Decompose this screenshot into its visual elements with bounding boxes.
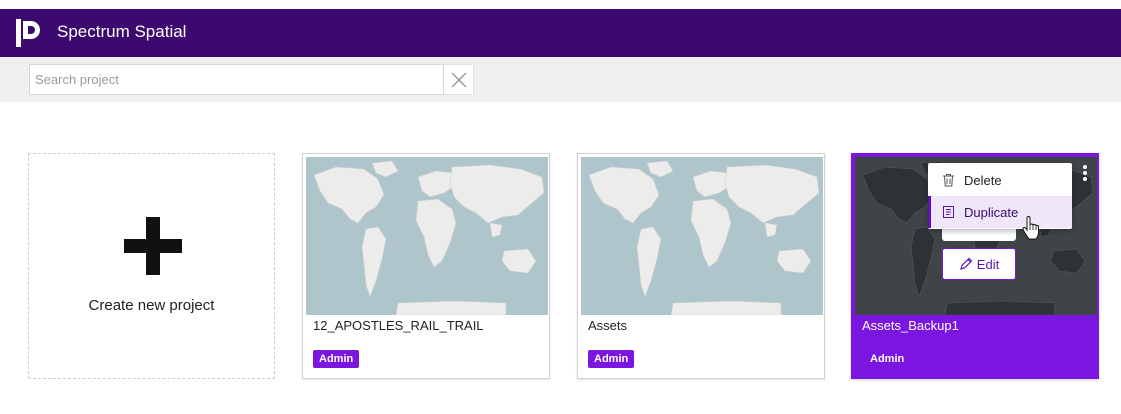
app-title: Spectrum Spatial	[57, 22, 187, 41]
close-icon	[450, 71, 467, 88]
project-context-menu: Delete Duplicate	[928, 163, 1072, 229]
search-input[interactable]	[29, 64, 444, 95]
project-name: 12_APOSTLES_RAIL_TRAIL	[313, 318, 484, 333]
project-name: Assets	[588, 318, 628, 333]
project-map-thumbnail	[306, 157, 548, 315]
trash-icon	[943, 174, 954, 187]
open-button[interactable]	[942, 229, 1016, 241]
edit-button[interactable]: Edit	[942, 248, 1016, 280]
edit-label: Edit	[976, 256, 1000, 272]
project-name: Assets_Backup1	[862, 318, 959, 333]
menu-item-label: Duplicate	[964, 204, 1019, 220]
copy-icon	[943, 206, 954, 218]
more-options-icon[interactable]	[1080, 165, 1090, 185]
pencil-icon	[959, 257, 973, 270]
app-header: Spectrum Spatial	[0, 9, 1121, 57]
role-badge: Admin	[870, 353, 905, 365]
menu-item-delete[interactable]: Delete	[928, 164, 1072, 196]
project-map-thumbnail	[581, 157, 823, 315]
search-bar	[0, 57, 1121, 102]
menu-item-label: Delete	[964, 172, 1002, 188]
project-card[interactable]: 12_APOSTLES_RAIL_TRAIL Admin	[302, 153, 550, 379]
create-project-card[interactable]: Create new project	[28, 153, 275, 379]
role-badge: Admin	[588, 350, 635, 368]
clear-search-button[interactable]	[444, 64, 474, 95]
create-project-label: Create new project	[88, 297, 215, 314]
project-card[interactable]: Assets Admin	[577, 153, 825, 379]
brand-logo-icon[interactable]	[16, 19, 42, 47]
plus-icon	[124, 217, 182, 275]
hand-cursor-icon	[1022, 216, 1039, 240]
menu-item-duplicate[interactable]: Duplicate	[928, 196, 1072, 228]
role-badge: Admin	[313, 350, 360, 368]
